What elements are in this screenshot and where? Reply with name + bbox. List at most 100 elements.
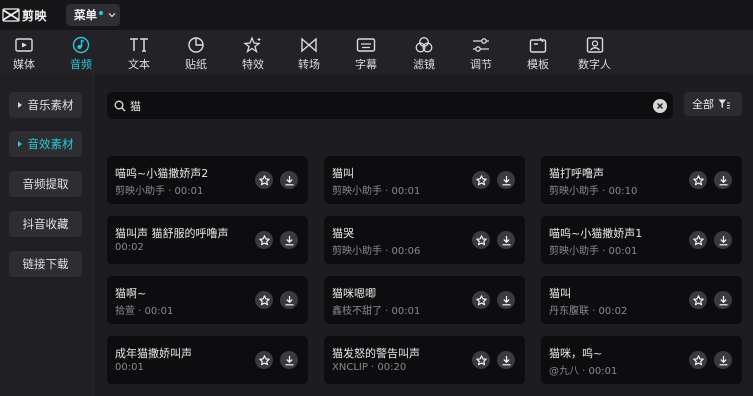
sound-title: 喵呜~小猫撒娇声1 [549,227,643,240]
caret-right-icon [17,102,22,108]
download-button[interactable] [280,291,298,309]
sound-title: 猫打呼噜声 [549,167,604,180]
sidebar-item-douyin-favorites[interactable]: 抖音收藏 [9,211,82,237]
search-input[interactable] [130,99,630,112]
download-button[interactable] [280,171,298,189]
sound-title: 猫哭 [332,227,354,240]
sticker-icon [188,37,204,53]
download-icon [502,355,510,365]
star-icon [258,294,270,305]
sound-effect-card[interactable]: 猫咪嗯唧鑫枝不甜了 · 00:01 [324,276,525,324]
favorite-button[interactable] [255,171,273,189]
favorite-button[interactable] [689,171,707,189]
favorite-button[interactable] [472,351,490,369]
download-button[interactable] [280,231,298,249]
sound-title: 猫叫 [549,287,571,300]
template-icon [529,37,547,53]
tab-digital-human[interactable]: 数字人 [578,30,611,74]
title-bar: 剪映 菜单 [0,0,753,30]
star-icon [692,174,704,185]
download-icon [719,175,727,185]
download-button[interactable] [497,291,515,309]
tab-sticker-label: 贴纸 [185,58,207,71]
sound-effect-card[interactable]: 猫打呼噜声剪映小助手 · 00:10 [541,156,742,204]
sound-effect-card[interactable]: 猫叫 剪映小助手 · 00:01 [324,156,525,204]
sound-effect-card[interactable]: 猫哭 剪映小助手 · 00:06 [324,216,525,264]
sidebar-item-sound-effects[interactable]: 音效素材 [9,131,82,157]
star-icon [475,294,487,305]
download-button[interactable] [497,231,515,249]
download-icon [719,355,727,365]
download-button[interactable] [497,171,515,189]
favorite-button[interactable] [689,351,707,369]
download-button[interactable] [280,351,298,369]
download-icon [285,355,293,365]
favorite-button[interactable] [472,291,490,309]
sound-title: 猫咪嗯唧 [332,287,376,300]
sound-effect-card[interactable]: 成年猫撒娇叫声 00:01 [107,336,308,384]
download-button[interactable] [714,351,732,369]
sound-title: 猫叫声 猫舒服的呼噜声 [115,227,229,240]
close-icon [657,103,663,109]
download-button[interactable] [714,291,732,309]
sound-effect-card[interactable]: 猫发怒的警告叫声 XNCLIP · 00:20 [324,336,525,384]
tab-media[interactable]: 媒体 [13,30,35,74]
tab-sticker[interactable]: 贴纸 [185,30,207,74]
chevron-down-icon [108,13,116,18]
clear-search-button[interactable] [653,99,667,113]
star-icon [258,234,270,245]
sidebar-item-label: 链接下载 [22,257,69,271]
favorite-button[interactable] [689,291,707,309]
download-icon [285,175,293,185]
caret-right-icon [17,141,22,147]
sound-meta: 鑫枝不甜了 · 00:01 [332,306,421,317]
sidebar-item-link-download[interactable]: 链接下载 [9,251,82,277]
sound-effect-card[interactable]: 猫叫丹东腹联 · 00:02 [541,276,742,324]
menu-notification-dot [99,11,104,15]
filter-funnel-icon [718,99,730,108]
sound-meta: 剪映小助手 · 00:01 [115,186,204,197]
sound-meta: 丹东腹联 · 00:02 [549,306,628,317]
star-icon [475,354,487,365]
sidebar-item-label: 抖音收藏 [22,217,69,231]
capcut-logo-icon [2,8,20,22]
star-icon [258,354,270,365]
sidebar-item-audio-extract[interactable]: 音频提取 [9,171,82,197]
sound-effect-card[interactable]: 猫咪，呜~ @九八 · 00:01 [541,336,742,384]
sound-effect-card[interactable]: 猫叫声 猫舒服的呼噜声 00:02 [107,216,308,264]
favorite-button[interactable] [255,351,273,369]
favorite-button[interactable] [689,231,707,249]
audio-category-sidebar: 音乐素材 音效素材 音频提取 抖音收藏 链接下载 [0,74,94,396]
sound-effect-card[interactable]: 喵呜~小猫撒娇声1 剪映小助手 · 00:01 [541,216,742,264]
download-button[interactable] [714,171,732,189]
sound-meta: 00:01 [115,362,144,373]
download-button[interactable] [497,351,515,369]
sound-effects-panel: 全部 喵呜~小猫撒娇声2剪映小助手 · 00:01猫叫剪映小助手 · 00:01… [95,74,753,396]
favorite-button[interactable] [472,171,490,189]
app-logo: 剪映 [2,0,47,30]
tab-template[interactable]: 模板 [527,30,549,74]
tab-filter[interactable]: 滤镜 [413,30,435,74]
tab-subtitle[interactable]: 字幕 [355,30,377,74]
search-icon [114,100,126,111]
tab-effects[interactable]: 特效 [242,30,264,74]
tab-transition[interactable]: 转场 [298,30,320,74]
media-icon [15,38,33,52]
star-icon [692,294,704,305]
filter-dropdown-button[interactable]: 全部 [684,92,742,116]
favorite-button[interactable] [255,291,273,309]
sound-meta: 剪映小助手 · 00:10 [549,186,638,197]
favorite-button[interactable] [472,231,490,249]
tab-template-label: 模板 [527,58,549,71]
sound-effect-card[interactable]: 喵呜~小猫撒娇声2 剪映小助手 · 00:01 [107,156,308,204]
tab-audio[interactable]: 音频 [70,30,92,74]
sound-title: 猫发怒的警告叫声 [332,347,420,360]
sidebar-item-music[interactable]: 音乐素材 [9,92,82,118]
sound-effect-card[interactable]: 猫啊~ 拾萱 · 00:01 [107,276,308,324]
favorite-button[interactable] [255,231,273,249]
menu-button[interactable]: 菜单 [66,4,121,26]
tab-text[interactable]: 文本 [128,30,150,74]
star-icon [692,354,704,365]
tab-adjust[interactable]: 调节 [470,30,492,74]
download-button[interactable] [714,231,732,249]
